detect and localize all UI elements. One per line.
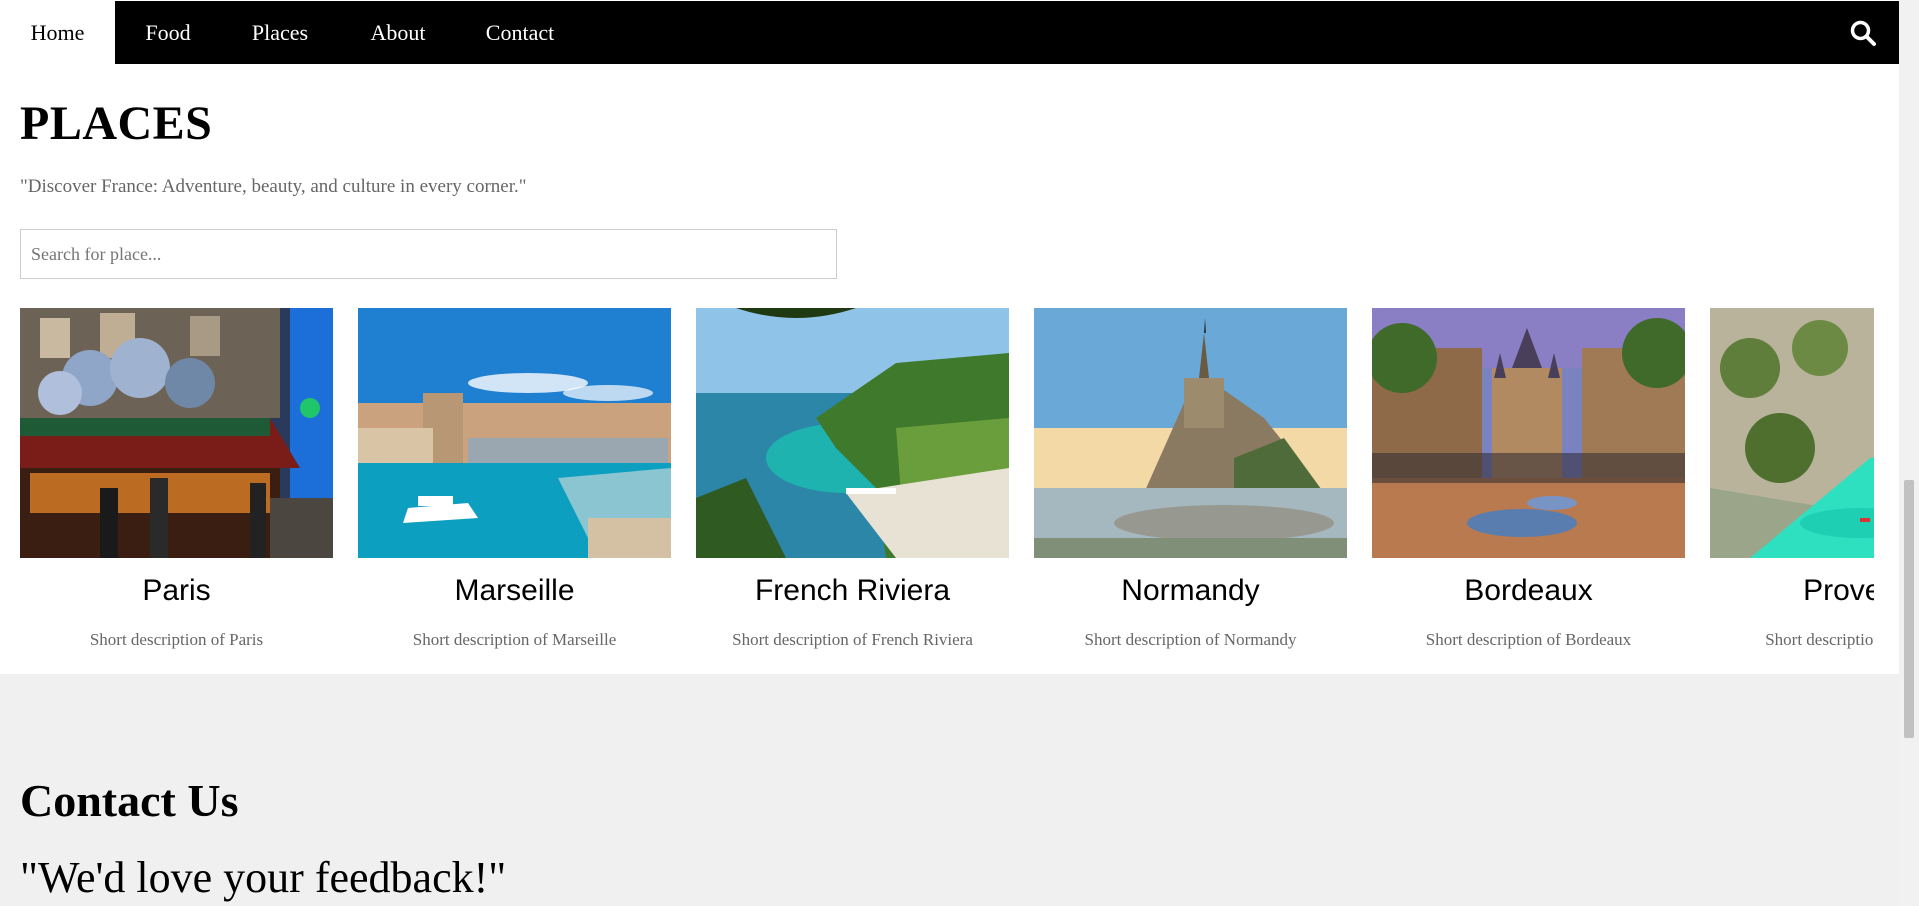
place-card-description: Short description of Normandy xyxy=(1084,630,1297,649)
place-card-title: Provence xyxy=(1803,574,1874,607)
place-card-bordeaux[interactable]: Bordeaux Short description of Bordeaux xyxy=(1372,308,1685,668)
nav-home-link[interactable]: Home xyxy=(0,1,115,64)
place-card-title: French Riviera xyxy=(754,574,951,607)
place-card-marseille[interactable]: Marseille Short description of Marseille xyxy=(358,308,671,668)
place-card-description: Short description of Paris xyxy=(89,630,264,649)
place-card-description: Short description of Bordeaux xyxy=(1425,630,1632,649)
search-icon[interactable] xyxy=(1849,19,1877,47)
place-card-title: Normandy xyxy=(1121,574,1260,607)
place-search-input[interactable] xyxy=(20,229,837,279)
place-card-normandy[interactable]: Normandy Short description of Normandy xyxy=(1034,308,1347,668)
normandy-photo xyxy=(1034,308,1347,558)
place-card-paris[interactable]: Paris Short description of Paris xyxy=(20,308,333,668)
contact-quote: "We'd love your feedback!" xyxy=(20,853,507,902)
nav-food-link[interactable]: Food xyxy=(115,1,221,64)
place-card-title: Marseille xyxy=(454,574,575,607)
french-riviera-photo xyxy=(696,308,1009,558)
places-heading: PLACES xyxy=(20,97,213,150)
provence-photo xyxy=(1710,308,1874,558)
places-section: PLACES "Discover France: Adventure, beau… xyxy=(0,64,1899,674)
places-subtitle: "Discover France: Adventure, beauty, and… xyxy=(20,176,527,197)
top-navbar: Home Food Places About Contact xyxy=(0,1,1899,64)
place-card-description: Short description of French Riviera xyxy=(732,630,973,649)
place-card-description: Short description of Provence xyxy=(1765,630,1874,649)
place-card-list: Paris Short description of Paris Marseil… xyxy=(20,308,1874,668)
contact-section: Contact Us "We'd love your feedback!" xyxy=(0,674,1899,906)
nav-about-link[interactable]: About xyxy=(339,1,457,64)
marseille-photo xyxy=(358,308,671,558)
page-scrollbar[interactable] xyxy=(1899,0,1919,906)
place-card-french-riviera[interactable]: French Riviera Short description of Fren… xyxy=(696,308,1009,668)
place-card-provence[interactable]: Provence Short description of Provence xyxy=(1710,308,1874,668)
scrollbar-thumb[interactable] xyxy=(1904,480,1914,738)
bordeaux-photo xyxy=(1372,308,1685,558)
place-card-title: Bordeaux xyxy=(1464,574,1593,607)
nav-places-link[interactable]: Places xyxy=(221,1,339,64)
contact-heading: Contact Us xyxy=(20,775,239,826)
place-card-description: Short description of Marseille xyxy=(412,630,617,649)
nav-contact-link[interactable]: Contact xyxy=(457,1,583,64)
paris-photo xyxy=(20,308,333,558)
place-card-title: Paris xyxy=(142,574,211,607)
